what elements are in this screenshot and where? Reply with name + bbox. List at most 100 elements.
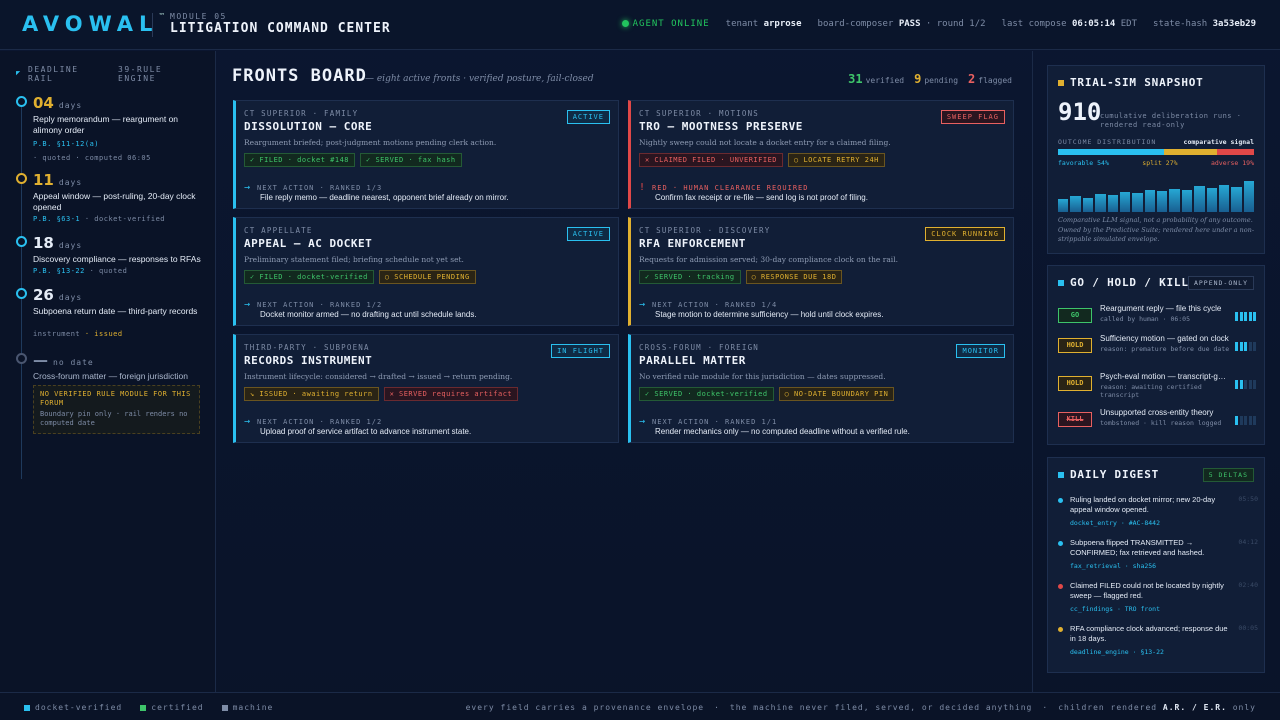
strength-pip [1253,312,1256,321]
bar-adverse [1216,149,1254,155]
append-only-badge: APPEND-ONLY [1187,276,1254,290]
deadline-title: Reply memorandum — reargument on alimony… [33,114,179,135]
lever-sub: called by human · 06:05 [1100,315,1191,323]
provenance-legend: docket-verified certified machine [24,703,273,712]
count-flagged-value: 2 [968,72,976,86]
strength-pip [1248,380,1252,389]
deadline-rule: P.B. §63-1 · docket-verified [33,215,165,223]
front-card[interactable]: THIRD-PARTY · SUBPOENA RECORDS INSTRUMEN… [233,334,619,443]
card-court: CROSS-FORUM · FOREIGN [639,343,760,352]
deadline-meta: · quoted [89,267,128,275]
digest-text: Subpoena flipped TRANSMITTED → CONFIRMED… [1070,538,1205,557]
hash-value: 3a53eb29 [1212,19,1256,29]
page-title: LITIGATION COMMAND CENTER [170,21,391,36]
card-court: THIRD-PARTY · SUBPOENA [244,343,370,352]
card-name: RFA ENFORCEMENT [639,237,746,250]
footer-separator: · [714,703,720,712]
strength-pip [1239,342,1243,351]
bar-split [1163,149,1217,155]
spark-bar [1070,195,1081,212]
legend-adverse: adverse 19% [1210,159,1254,167]
card-court: CT SUPERIOR · FAMILY [244,109,359,118]
deadline-title: Appeal window — post-ruling, 20-day cloc… [33,191,196,212]
digest-source[interactable]: deadline_engine · §13-22 [1070,648,1164,656]
lever-state-go[interactable]: GO [1058,308,1092,323]
lever-title: Sufficiency motion — gated on clock [1100,334,1229,343]
card-chips: ✕ CLAIMED FILED · UNVERIFIED ○ LOCATE RE… [639,153,885,167]
lever-state-hold[interactable]: HOLD [1058,338,1092,353]
spark-bar [1194,186,1205,212]
deadline-rule: P.B. §13-22 · quoted [33,267,127,275]
chip-filed[interactable]: ✓ FILED · docket #148 [244,153,356,167]
timeline-node-icon [16,96,27,107]
next-action-text: Upload proof of service artifact to adva… [260,427,472,436]
chip-issued[interactable]: ↘ ISSUED · awaiting return [244,387,379,401]
legend-label: docket-verified [35,703,123,712]
digest-text: RFA compliance clock advanced; response … [1070,624,1228,643]
rule-citation[interactable]: P.B. §13-22 [33,267,85,275]
lever-row[interactable]: KILL Unsupported cross-entity theory tom… [1058,408,1256,434]
card-name: APPEAL — AC DOCKET [244,237,373,250]
lever-state-hold[interactable]: HOLD [1058,376,1092,391]
module-label: MODULE 05 [170,12,227,21]
timeline-node-icon [16,288,27,299]
front-card[interactable]: CT SUPERIOR · DISCOVERY RFA ENFORCEMENT … [628,217,1014,326]
composer-status: board-composer PASS · round 1/2 [818,19,986,29]
compose-status: last compose 06:05:14 EDT [1002,19,1138,29]
days-value: 26 [33,286,54,304]
logo-trademark: ™ [158,12,166,20]
lever-state-kill[interactable]: KILL [1058,412,1092,427]
digest-source[interactable]: cc_findings · TRO front [1070,605,1160,613]
chip-served[interactable]: ✓ SERVED · tracking [639,270,741,284]
status-badge: ACTIVE [566,227,610,241]
digest-source[interactable]: docket_entry · #AC-8442 [1070,519,1160,527]
agent-status: AGENT ONLINE [621,19,710,29]
chip-response-due[interactable]: ○ RESPONSE DUE 18D [745,270,843,284]
lever-sub: reason: premature before due date [1100,345,1230,353]
status-bar: AGENT ONLINE tenant arprose board-compos… [621,19,1256,29]
app-logo[interactable]: AVOWAL™ [22,12,165,36]
chip-no-date[interactable]: ○ NO-DATE BOUNDARY PIN [778,387,895,401]
chip-schedule[interactable]: ○ SCHEDULE PENDING [378,270,476,284]
footer-notes: every field carries a provenance envelop… [466,703,1256,712]
chip-locate-retry[interactable]: ○ LOCATE RETRY 24H [788,153,885,167]
square-icon [1058,280,1064,286]
bullet-dot-icon [1058,541,1063,546]
next-action-label: → NEXT ACTION · RANKED 1/4 [639,299,777,310]
board-subtitle: — eight active fronts · verified posture… [365,74,594,84]
days-value: 11 [33,171,54,189]
chip-served[interactable]: ✓ SERVED · fax hash [360,153,462,167]
front-card[interactable]: CT SUPERIOR · MOTIONS TRO — MOOTNESS PRE… [628,100,1014,209]
deadline-rule: instrument · issued [33,330,123,338]
rule-citation[interactable]: P.B. §11-12(a) [33,140,99,148]
spark-bar [1181,189,1193,212]
runs-sparkline [1058,176,1254,212]
board-title: FRONTS BOARD [232,66,367,86]
front-card[interactable]: CT APPELLATE APPEAL — AC DOCKET ACTIVE P… [233,217,619,326]
chip-served-requires[interactable]: ✕ SERVED requires artifact [383,387,519,401]
lever-row[interactable]: GO Reargument reply — file this cycle ca… [1058,304,1256,330]
front-card[interactable]: CT SUPERIOR · FAMILY DISSOLUTION — CORE … [233,100,619,209]
digest-source[interactable]: fax_retrieval · sha256 [1070,562,1156,570]
strength-pip [1235,312,1238,321]
legend-item: certified [140,703,203,712]
lever-row[interactable]: HOLD Psych-eval motion — transcript-gate… [1058,372,1256,399]
legend-label: machine [232,703,274,712]
arrow-right-icon: → [639,416,647,427]
lever-row[interactable]: HOLD Sufficiency motion — gated on clock… [1058,334,1256,360]
rule-citation[interactable]: P.B. §63-1 [33,215,80,223]
chip-claimed-filed[interactable]: ✕ CLAIMED FILED · UNVERIFIED [639,153,784,167]
chip-filed[interactable]: ✓ FILED · docket-verified [244,270,374,284]
trial-sim-title: TRIAL-SIM SNAPSHOT [1070,76,1204,89]
lever-title: Reargument reply — file this cycle [1100,304,1222,313]
square-icon [1058,472,1064,478]
lever-strength [1235,416,1256,425]
lever-sub: tombstoned · kill reason logged [1100,419,1222,427]
spark-bar [1231,186,1242,212]
lever-title: Psych-eval motion — transcript-gated [1100,372,1230,381]
chip-served[interactable]: ✓ SERVED · docket-verified [639,387,774,401]
outcome-legend: favorable 54% split 27% adverse 19% [1058,159,1254,167]
digest-time: 05:50 [1238,495,1258,503]
front-card[interactable]: CROSS-FORUM · FOREIGN PARALLEL MATTER MO… [628,334,1014,443]
lever-sub: reason: awaiting certified transcript [1100,383,1202,399]
